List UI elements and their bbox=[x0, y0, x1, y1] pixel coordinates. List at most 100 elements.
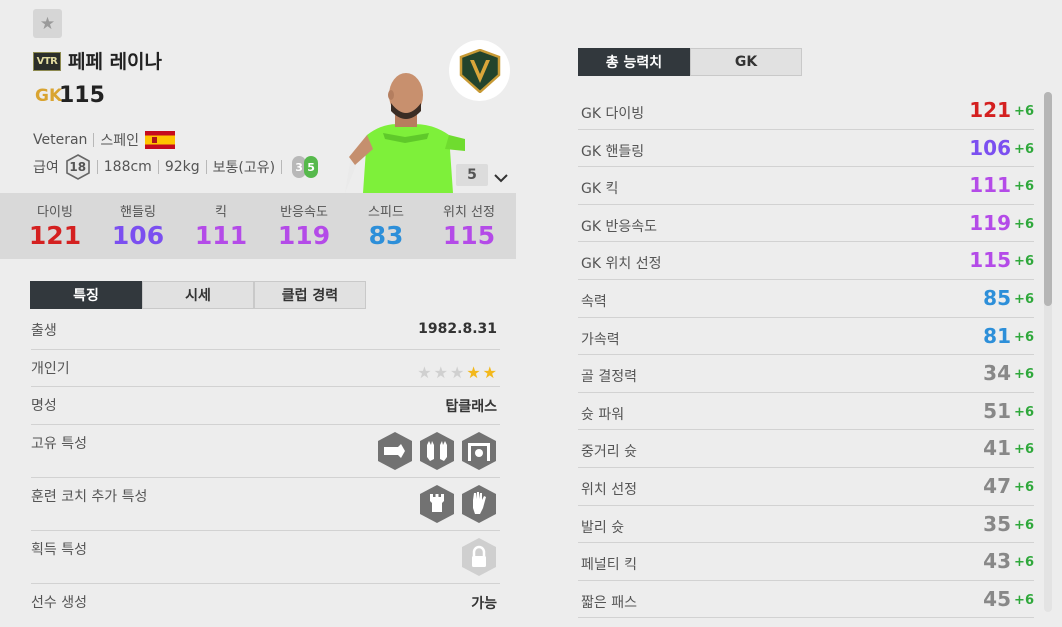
attribute-row: GK 위치 선정 115 +6 bbox=[578, 242, 1034, 280]
trait-punch-icon[interactable] bbox=[376, 431, 414, 471]
attribute-name: GK 위치 선정 bbox=[581, 256, 662, 273]
trait-goal-icon[interactable] bbox=[460, 431, 498, 471]
attribute-value: 35 bbox=[983, 511, 1011, 536]
club-emblem-icon bbox=[449, 40, 510, 101]
trait-tower-icon[interactable] bbox=[418, 484, 456, 524]
attribute-tabs: 총 능력치 GK bbox=[578, 48, 802, 76]
attribute-value: 34 bbox=[983, 361, 1011, 386]
trait-icons bbox=[376, 431, 498, 471]
traits-label: 고유 특성 bbox=[31, 436, 87, 452]
player-info-line: 급여 18 188cm 92kg 보통(고유) 3 5 bbox=[33, 154, 319, 180]
summary-stat-value: 115 bbox=[442, 221, 496, 250]
attribute-name: 가속력 bbox=[581, 331, 620, 348]
summary-stat-value: 111 bbox=[194, 221, 248, 250]
star-filled-icon: ★ bbox=[466, 363, 481, 382]
attribute-bonus: +6 bbox=[1014, 555, 1034, 571]
attribute-row: 위치 선정 47 +6 bbox=[578, 468, 1034, 506]
player-overall: 115 bbox=[59, 83, 105, 108]
summary-stat-value: 106 bbox=[111, 221, 165, 250]
star-empty-icon: ★ bbox=[417, 363, 432, 382]
summary-stat-label: 핸들링 bbox=[120, 205, 156, 220]
height: 188cm bbox=[103, 159, 152, 175]
creation-label: 선수 생성 bbox=[31, 595, 87, 611]
birth-label: 출생 bbox=[31, 323, 57, 339]
attribute-row: 짧은 패스 45 +6 bbox=[578, 581, 1034, 619]
summary-stat-label: 위치 선정 bbox=[443, 205, 495, 220]
player-photo bbox=[345, 65, 465, 193]
attribute-name: 속력 bbox=[581, 293, 607, 310]
popularity-stars: ★ ★ ★ ★ ★ bbox=[417, 363, 497, 382]
attribute-value: 43 bbox=[983, 549, 1011, 574]
star-icon: ★ bbox=[39, 13, 56, 34]
lock-icon bbox=[460, 537, 498, 577]
tab-club-career[interactable]: 클럽 경력 bbox=[254, 281, 366, 309]
nationality: 스페인 bbox=[100, 133, 140, 149]
attribute-bonus: +6 bbox=[1014, 329, 1034, 345]
attribute-value: 119 bbox=[969, 210, 1011, 235]
attribute-value: 81 bbox=[983, 323, 1011, 348]
attribute-name: 위치 선정 bbox=[581, 481, 637, 498]
attribute-name: 짧은 패스 bbox=[581, 594, 637, 611]
tab-gk[interactable]: GK bbox=[690, 48, 802, 76]
attribute-row: 발리 슛 35 +6 bbox=[578, 506, 1034, 544]
tab-market-price[interactable]: 시세 bbox=[142, 281, 254, 309]
weight: 92kg bbox=[164, 159, 200, 175]
reputation-label: 명성 bbox=[31, 398, 57, 414]
detail-tabs: 특징 시세 클럽 경력 bbox=[30, 281, 366, 309]
popularity-label: 개인기 bbox=[31, 361, 70, 377]
creation-value: 가능 bbox=[471, 596, 497, 612]
acquired-traits-label: 획득 특성 bbox=[31, 542, 87, 558]
attribute-bonus: +6 bbox=[1014, 216, 1034, 232]
tab-traits[interactable]: 특징 bbox=[30, 281, 142, 309]
list-item: 개인기 ★ ★ ★ ★ ★ bbox=[31, 350, 500, 387]
attribute-bonus: +6 bbox=[1014, 104, 1034, 119]
attribute-name: 발리 슛 bbox=[581, 519, 625, 536]
star-empty-icon: ★ bbox=[433, 363, 448, 382]
attribute-row: 슛 파워 51 +6 bbox=[578, 393, 1034, 431]
grade-selector[interactable]: 5 bbox=[456, 164, 488, 186]
attribute-row: GK 다이빙 121 +6 bbox=[578, 92, 1034, 130]
attribute-row: GK 반응속도 119 +6 bbox=[578, 205, 1034, 243]
attribute-list: GK 다이빙 121 +6 GK 핸들링 106 +6 GK 킥 111 +6 GK 반응속도 11… bbox=[578, 92, 1034, 619]
season-badge: VTR bbox=[33, 52, 61, 71]
coach-traits-label: 훈련 코치 추가 특성 bbox=[31, 489, 148, 505]
attribute-name: GK 반응속도 bbox=[581, 218, 657, 235]
attribute-scrollbar[interactable] bbox=[1044, 92, 1052, 612]
attribute-bonus: +6 bbox=[1014, 291, 1034, 307]
summary-stat: 킥 111 bbox=[181, 201, 261, 252]
attribute-value: 41 bbox=[983, 436, 1011, 461]
player-name: 페페 레이나 bbox=[68, 51, 163, 73]
salary-hex: 18 bbox=[65, 154, 91, 180]
attribute-name: 슛 파워 bbox=[581, 406, 625, 423]
scrollbar-thumb[interactable] bbox=[1044, 92, 1052, 306]
attribute-row: 골 결정력 34 +6 bbox=[578, 355, 1034, 393]
summary-stat: 반응속도 119 bbox=[264, 201, 344, 252]
attribute-value: 51 bbox=[983, 398, 1011, 423]
attribute-bonus: +6 bbox=[1014, 179, 1034, 195]
attribute-row: 가속력 81 +6 bbox=[578, 318, 1034, 356]
trait-glove-icon[interactable] bbox=[460, 484, 498, 524]
attribute-value: 111 bbox=[969, 173, 1011, 198]
season-nation-line: Veteran 스페인 bbox=[33, 130, 176, 150]
summary-stat-value: 119 bbox=[277, 221, 331, 250]
list-item: 명성 탑클래스 bbox=[31, 387, 500, 425]
tab-total-attributes[interactable]: 총 능력치 bbox=[578, 48, 690, 76]
attribute-row: 속력 85 +6 bbox=[578, 280, 1034, 318]
attribute-row: GK 핸들링 106 +6 bbox=[578, 130, 1034, 168]
attribute-value: 121 bbox=[969, 98, 1011, 122]
detail-list: 출생 1982.8.31 개인기 ★ ★ ★ ★ ★ 명성 탑클래스 고유 특성 훈련 … bbox=[31, 312, 500, 620]
trait-gloves-icon[interactable] bbox=[418, 431, 456, 471]
favorite-button[interactable]: ★ bbox=[33, 9, 62, 38]
attribute-name: 중거리 슛 bbox=[581, 444, 637, 461]
list-item: 획득 특성 bbox=[31, 531, 500, 584]
summary-stat: 다이빙 121 bbox=[15, 201, 95, 252]
attribute-value: 85 bbox=[983, 285, 1011, 310]
birth-value: 1982.8.31 bbox=[418, 321, 497, 337]
attribute-name: 페널티 킥 bbox=[581, 557, 637, 574]
chevron-down-icon[interactable] bbox=[494, 168, 508, 187]
list-item: 훈련 코치 추가 특성 bbox=[31, 478, 500, 531]
attribute-value: 115 bbox=[969, 248, 1011, 273]
summary-stat-label: 킥 bbox=[215, 205, 227, 220]
coach-trait-icons bbox=[418, 484, 498, 524]
attribute-value: 106 bbox=[969, 135, 1011, 160]
